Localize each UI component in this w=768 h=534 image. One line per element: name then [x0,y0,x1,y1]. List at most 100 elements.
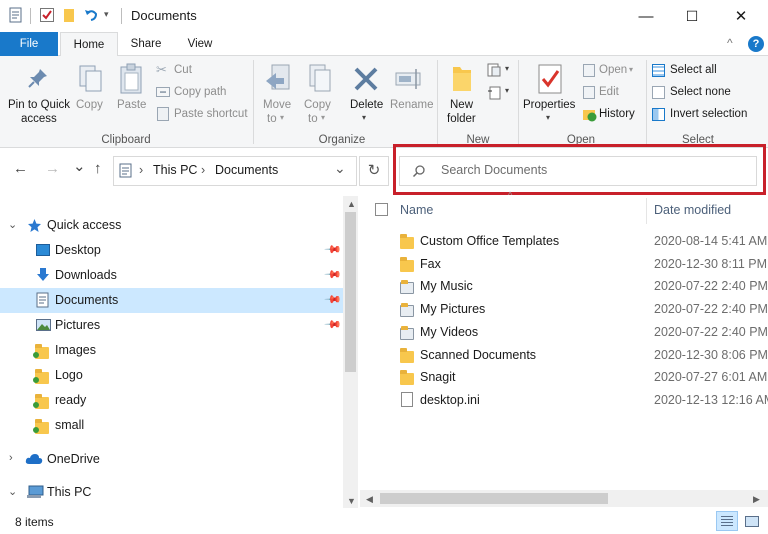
history-button[interactable]: History [581,106,641,124]
edit-button[interactable]: Edit [581,84,641,102]
breadcrumb-separator[interactable]: › [201,163,205,177]
breadcrumb-separator[interactable]: › [139,163,143,177]
breadcrumb-documents[interactable]: Documents [215,163,278,177]
tab-home[interactable]: Home [60,32,118,57]
new-folder-button[interactable]: New folder [442,60,482,132]
file-name: Fax [420,257,441,271]
easy-access-icon[interactable] [487,85,503,101]
expanded-chevron-icon[interactable]: ⌄ [8,485,17,498]
copy-button[interactable]: Copy [74,60,108,132]
file-name: desktop.ini [420,393,480,407]
group-separator [518,60,519,144]
file-name: Scanned Documents [420,348,536,362]
file-list-row[interactable]: Custom Office Templates2020-08-14 5:41 A… [360,230,768,252]
nav-item-quick-access[interactable]: ⌄ Quick access [0,213,343,238]
new-item-icon[interactable] [487,63,503,79]
rename-button[interactable]: Rename [388,60,432,132]
collapsed-chevron-icon[interactable]: › [9,452,13,464]
nav-item-ready[interactable]: ready [0,388,343,413]
properties-qat-icon[interactable] [8,7,24,23]
nav-pane-scroll-thumb[interactable] [345,212,356,372]
forward-button[interactable]: → [45,160,60,177]
column-separator[interactable] [646,198,647,224]
desktop-icon [36,244,50,256]
nav-item-pictures[interactable]: Pictures 📌 [0,313,343,338]
large-icons-view-button[interactable] [741,511,763,531]
nav-item-small[interactable]: small [0,413,343,438]
nav-item-downloads[interactable]: Downloads 📌 [0,263,343,288]
properties-button[interactable]: Properties ▾ [521,60,579,132]
new-folder-qat-icon[interactable] [61,7,77,23]
refresh-button[interactable]: ↻ [359,156,389,186]
file-list-row[interactable]: My Pictures2020-07-22 2:40 PM [360,298,768,320]
move-to-button[interactable]: Move to ▾ [258,60,296,132]
nav-label: This PC [47,485,91,499]
copy-to-button[interactable]: Copy to ▾ [299,60,337,132]
file-date-modified: 2020-07-22 2:40 PM [654,325,768,339]
file-list-row[interactable]: Scanned Documents2020-12-30 8:06 PM [360,344,768,366]
nav-label: Downloads [55,268,117,282]
address-history-dropdown[interactable]: ⌄ [334,160,346,177]
select-none-button[interactable]: Select none [650,84,760,102]
properties-label: Properties [523,99,575,111]
qat-customize-icon[interactable]: ▾ [104,9,109,20]
breadcrumb-this-pc[interactable]: This PC [153,163,197,177]
minimize-button[interactable]: — [623,0,669,32]
column-header-date-modified[interactable]: Date modified [654,203,731,217]
file-date-modified: 2020-07-22 2:40 PM [654,302,768,316]
expanded-chevron-icon[interactable]: ⌄ [8,218,17,231]
sort-arrow-icon: ^ [508,190,512,200]
sync-icon [33,402,39,408]
file-list-row[interactable]: desktop.ini2020-12-13 12:16 AM [360,389,768,411]
scroll-left-arrow[interactable]: ◀ [366,494,373,505]
nav-item-logo[interactable]: Logo [0,363,343,388]
file-list-row[interactable]: Snagit2020-07-27 6:01 AM [360,366,768,388]
select-all-button[interactable]: Select all [650,62,760,80]
dropdown-arrow-icon[interactable]: ▾ [505,64,509,73]
help-icon[interactable]: ? [748,36,764,52]
nav-item-this-pc[interactable]: ⌄ This PC [0,480,343,505]
file-list-row[interactable]: Fax2020-12-30 8:11 PM [360,253,768,275]
close-button[interactable]: ✕ [718,0,764,32]
file-list-row[interactable]: My Videos2020-07-22 2:40 PM [360,321,768,343]
column-header-name[interactable]: Name [400,203,433,217]
select-all-checkbox[interactable] [375,203,388,216]
dropdown-arrow-icon[interactable]: ▾ [505,86,509,95]
nav-item-images[interactable]: Images [0,338,343,363]
back-button[interactable]: ← [13,160,28,177]
new-folder-label: New [450,99,473,111]
invert-selection-button[interactable]: Invert selection [650,106,765,124]
pin-icon: 📌 [324,315,343,334]
sync-icon [33,377,39,383]
scroll-up-arrow[interactable]: ▲ [347,199,356,209]
delete-button[interactable]: Delete ▾ [347,60,387,132]
up-button[interactable]: ↑ [94,160,102,177]
scroll-down-arrow[interactable]: ▼ [347,496,356,506]
paste-shortcut-button[interactable]: Paste shortcut [154,106,244,124]
pin-to-quick-access-button[interactable]: Pin to Quick access [4,60,72,132]
nav-item-documents[interactable]: Documents 📌 [0,288,343,313]
file-list-row[interactable]: My Music2020-07-22 2:40 PM [360,275,768,297]
checkmark-qat-icon[interactable] [39,7,55,23]
documents-location-icon [119,163,133,178]
tab-view[interactable]: View [176,32,224,56]
undo-qat-icon[interactable] [83,7,99,23]
nav-item-onedrive[interactable]: › OneDrive [0,447,343,472]
collapse-ribbon-icon[interactable]: ^ [727,36,733,50]
maximize-button[interactable]: ☐ [669,0,715,32]
delete-label: Delete [350,99,383,111]
tab-share[interactable]: Share [120,32,172,56]
scroll-right-arrow[interactable]: ▶ [753,494,760,505]
nav-item-desktop[interactable]: Desktop 📌 [0,238,343,263]
cut-button[interactable]: ✂ Cut [154,62,244,80]
properties-icon [536,63,564,95]
paste-button[interactable]: Paste [112,60,150,132]
tab-file[interactable]: File [0,32,58,56]
horizontal-scroll-thumb[interactable] [380,493,608,504]
details-view-button[interactable] [716,511,738,531]
open-button[interactable]: Open ▾ [581,62,641,80]
folder-icon [400,260,414,272]
copy-path-button[interactable]: ▬ Copy path [154,84,244,102]
recent-locations-button[interactable]: ⌄ [73,157,86,175]
ini-file-icon [401,392,413,407]
